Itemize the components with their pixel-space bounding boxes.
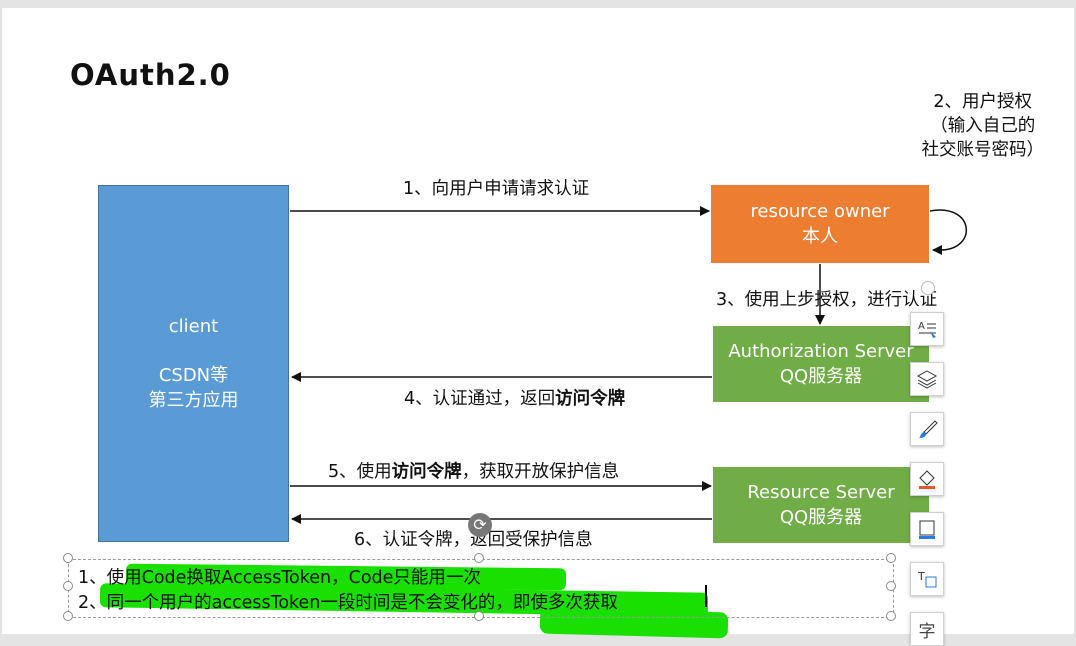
slide-stage: OAuth2.0 client CSDN等 第三方应用 resource own…: [0, 0, 1076, 646]
resource-owner-box[interactable]: resource owner 本人: [711, 185, 929, 263]
step5-label: 5、使用访问令牌，获取开放保护信息: [328, 458, 619, 483]
resource-server-sub-label: QQ服务器: [779, 507, 863, 528]
fill-icon[interactable]: [910, 462, 944, 496]
owner-note-line1: 2、用户授权: [933, 92, 1033, 112]
resize-handle-bottom[interactable]: [474, 611, 484, 621]
border-icon[interactable]: [910, 512, 944, 546]
owner-authorize-note: 2、用户授权 （输入自己的 社交账号密码）: [922, 90, 1045, 162]
client-box[interactable]: client CSDN等 第三方应用: [98, 185, 289, 542]
text-frame-icon[interactable]: T: [910, 562, 944, 596]
resize-handle-top[interactable]: [474, 553, 484, 563]
resize-handle-right[interactable]: [886, 581, 896, 591]
rotate-handle-icon[interactable]: ⟳: [468, 513, 492, 537]
client-label: client: [168, 316, 219, 337]
client-sub-label-2: 第三方应用: [148, 390, 239, 411]
step4-text: 4、认证通过，返回: [404, 389, 556, 409]
step5-suffix-text: ，获取开放保护信息: [461, 462, 620, 482]
owner-note-line3: 社交账号密码）: [921, 140, 1045, 160]
toolbar-collapse-icon[interactable]: [921, 281, 935, 295]
resource-server-label: Resource Server: [747, 482, 895, 503]
resize-handle-top-left[interactable]: [63, 553, 73, 563]
brush-icon[interactable]: [910, 412, 944, 446]
resize-handle-bottom-left[interactable]: [63, 611, 73, 621]
resource-server-box[interactable]: Resource Server QQ服务器: [713, 467, 929, 543]
resource-owner-sub-label: 本人: [802, 226, 838, 247]
textbox-line-2: 2、同一个用户的accessToken一段时间是不会变化的，即使多次获取: [78, 593, 618, 613]
font-icon[interactable]: 字: [910, 612, 944, 646]
text-style-icon[interactable]: A: [910, 312, 944, 346]
textbox-line-1: 1、使用Code换取AccessToken，Code只能用一次: [78, 568, 481, 588]
resource-owner-label: resource owner: [750, 201, 890, 222]
authorization-server-sub-label: QQ服务器: [779, 366, 863, 387]
client-sub-label: CSDN等: [158, 365, 229, 386]
step1-label: 1、向用户申请请求认证: [403, 179, 590, 199]
resize-handle-top-right[interactable]: [886, 553, 896, 563]
resize-handle-left[interactable]: [63, 581, 73, 591]
svg-text:A: A: [918, 321, 925, 332]
step3-label: 3、使用上步授权，进行认证: [716, 290, 938, 310]
owner-note-line2: （输入自己的: [930, 116, 1036, 136]
authorization-server-box[interactable]: Authorization Server QQ服务器: [713, 326, 929, 402]
authorization-server-label: Authorization Server: [728, 341, 914, 362]
step5-bold-text: 访问令牌: [391, 462, 462, 482]
step4-bold-text: 访问令牌: [555, 389, 626, 409]
svg-text:T: T: [917, 570, 925, 583]
step5-text: 5、使用: [328, 462, 392, 482]
resize-handle-bottom-right[interactable]: [886, 611, 896, 621]
slide-title: OAuth2.0: [70, 58, 231, 92]
step4-label: 4、认证通过，返回访问令牌: [404, 385, 625, 410]
layers-icon[interactable]: [910, 362, 944, 396]
text-cursor: [705, 585, 707, 607]
